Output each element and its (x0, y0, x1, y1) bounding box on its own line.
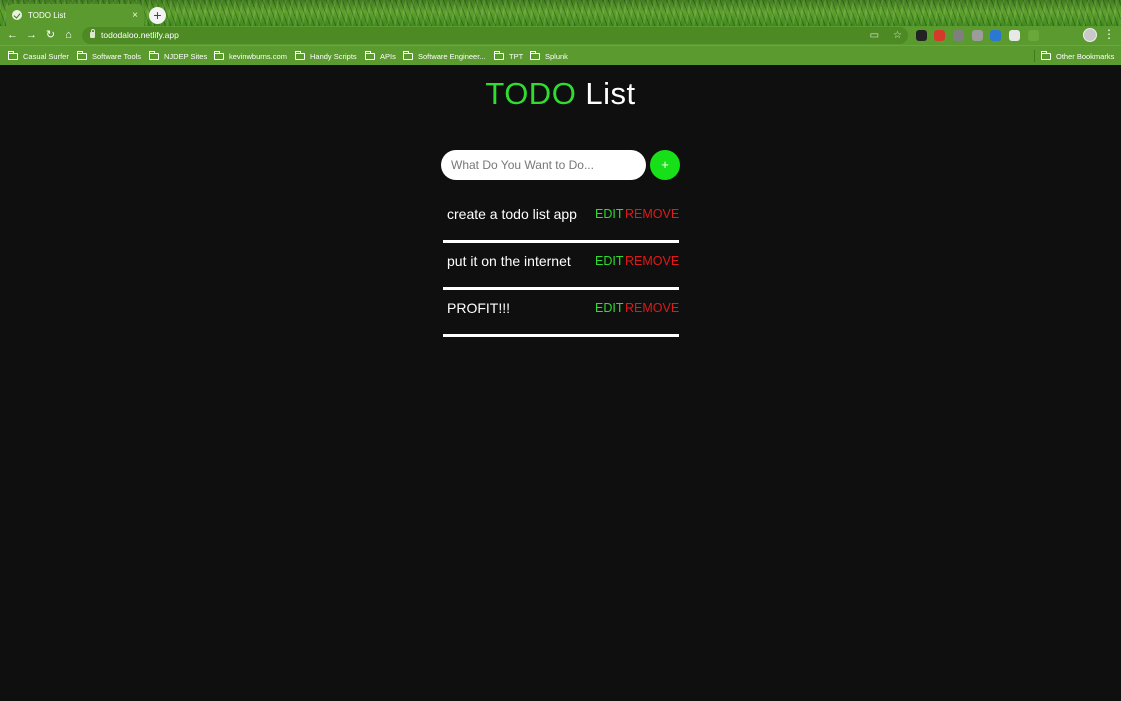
folder-icon (365, 50, 375, 60)
puzzle-icon[interactable] (1046, 30, 1057, 41)
ext-4-icon[interactable] (972, 30, 983, 41)
reload-button[interactable]: ↻ (41, 26, 60, 45)
bookmark-label: Software Engineer... (418, 51, 486, 61)
folder-icon (530, 50, 540, 60)
folder-icon (149, 50, 159, 60)
title-accent: TODO (485, 76, 577, 111)
bookmark-label: Handy Scripts (310, 51, 357, 61)
todo-list: create a todo list app EDIT REMOVE put it o… (443, 196, 679, 337)
folder-icon (8, 50, 18, 60)
edit-button[interactable]: EDIT (595, 207, 623, 221)
folder-icon (77, 50, 87, 60)
remove-button[interactable]: REMOVE (625, 207, 679, 221)
bookmark-other[interactable]: Other Bookmarks (1041, 50, 1114, 62)
bookmarks-bar: Other Bookmarks Casual Surfer Software To… (0, 45, 1121, 65)
star-icon[interactable]: ☆ (893, 30, 902, 41)
browser-menu-icon[interactable]: ⋮ (1103, 27, 1115, 41)
ext-3-icon[interactable] (953, 30, 964, 41)
bookmark-item[interactable]: Handy Scripts (295, 50, 357, 62)
bookmark-item[interactable]: Software Engineer... (403, 50, 486, 62)
address-bar[interactable]: tododaloo.netlify.app ▭ ☆ (82, 27, 908, 44)
browser-toolbar: ← → ↻ ⌂ tododaloo.netlify.app ▭ ☆ ⋮ (0, 26, 1121, 45)
bookmark-item[interactable]: TPT (494, 50, 523, 62)
todo-text: put it on the internet (447, 253, 571, 269)
browser-tabstrip: TODO List × + (0, 0, 1121, 26)
bookmark-item[interactable]: kevinwburns.com (214, 50, 287, 62)
bookmark-item[interactable]: APIs (365, 50, 396, 62)
page-title: TODO List (0, 76, 1121, 112)
ext-5-icon[interactable] (990, 30, 1001, 41)
folder-icon (403, 50, 413, 60)
bookmarks-divider (1034, 50, 1035, 62)
new-tab-button[interactable]: + (149, 7, 166, 24)
home-button[interactable]: ⌂ (59, 26, 78, 45)
ext-1-icon[interactable] (916, 30, 927, 41)
bookmark-label: NJDEP Sites (164, 51, 208, 61)
remove-button[interactable]: REMOVE (625, 301, 679, 315)
bookmark-item[interactable]: NJDEP Sites (149, 50, 207, 62)
todo-item: create a todo list app EDIT REMOVE (443, 196, 679, 243)
page-content: TODO List + create a todo list appEDITRE… (0, 66, 1121, 701)
tab-title: TODO List (28, 10, 66, 20)
ext-7-icon[interactable] (1028, 30, 1039, 41)
bookmark-item[interactable]: Software Tools (77, 50, 141, 62)
todo-text: PROFIT!!! (447, 300, 510, 316)
todo-item: PROFIT!!! EDIT REMOVE (443, 290, 679, 337)
bookmark-item[interactable]: Splunk (530, 50, 568, 62)
tab-close-icon[interactable]: × (132, 10, 138, 21)
bookmark-item[interactable]: Casual Surfer (8, 50, 69, 62)
title-rest: List (576, 76, 636, 111)
folder-icon (295, 50, 305, 60)
folder-icon (214, 50, 224, 60)
bookmark-label: Other Bookmarks (1056, 51, 1115, 61)
address-url: tododaloo.netlify.app (101, 30, 179, 40)
todo-input[interactable] (441, 150, 646, 180)
edit-button[interactable]: EDIT (595, 301, 623, 315)
bookmark-label: kevinwburns.com (229, 51, 287, 61)
cast-icon[interactable]: ▭ (870, 30, 879, 41)
bookmark-label: Splunk (545, 51, 568, 61)
remove-button[interactable]: REMOVE (625, 254, 679, 268)
add-todo-button[interactable]: + (650, 150, 680, 180)
back-button[interactable]: ← (3, 26, 22, 45)
bookmark-label: TPT (509, 51, 524, 61)
folder-icon (1041, 50, 1051, 60)
ext-6-icon[interactable] (1009, 30, 1020, 41)
omnibox-actions: ▭ ☆ (870, 27, 902, 44)
folder-icon (494, 50, 504, 60)
todo-item: put it on the internet EDIT REMOVE (443, 243, 679, 290)
todo-text: create a todo list app (447, 206, 577, 222)
profile-avatar[interactable] (1083, 28, 1097, 42)
lock-icon (90, 29, 95, 38)
edit-button[interactable]: EDIT (595, 254, 623, 268)
ext-2-icon[interactable] (934, 30, 945, 41)
bookmark-label: Software Tools (92, 51, 142, 61)
bookmark-label: APIs (380, 51, 396, 61)
browser-tab[interactable]: TODO List × (6, 4, 144, 26)
bookmark-label: Casual Surfer (23, 51, 69, 61)
forward-button[interactable]: → (22, 26, 41, 45)
reading-list-icon[interactable] (1065, 30, 1076, 41)
site-favicon-icon (12, 10, 22, 20)
